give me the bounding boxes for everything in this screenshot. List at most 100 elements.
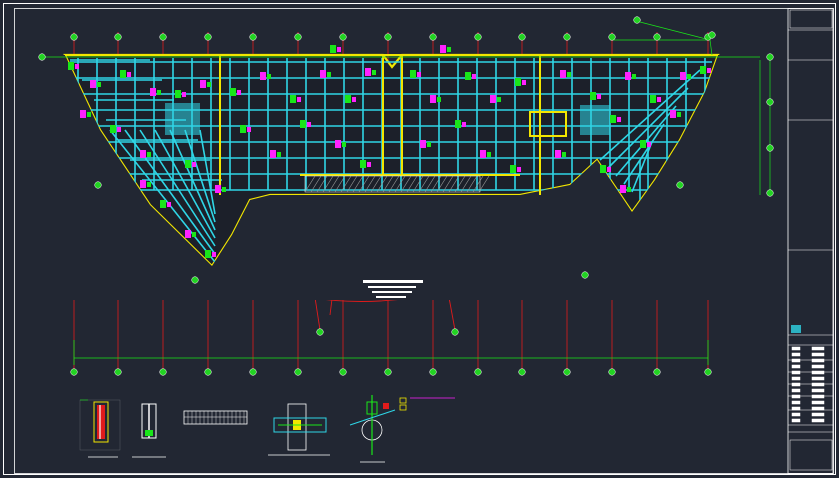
rebar-tag [267,74,271,79]
axis-bubble-top[interactable] [474,33,482,41]
rebar-tag [462,122,466,127]
axis-bubble-right[interactable] [766,53,774,61]
axis-bubble-right[interactable] [766,98,774,106]
axis-bubble-radial[interactable] [581,271,589,279]
axis-bubble-bottom[interactable] [518,368,526,376]
axis-bubble-bottom[interactable] [114,368,122,376]
column-section-detail[interactable] [79,399,121,458]
axis-bubble-circle [766,144,774,152]
axis-bubble-bottom[interactable] [474,368,482,376]
title-block-text-stub [791,370,801,375]
beam-elevation-detail[interactable] [183,410,248,425]
axis-bubble-top[interactable] [518,33,526,41]
rebar-tag [307,122,311,127]
axis-bubble-top[interactable] [339,33,347,41]
axis-bubble-circle [766,53,774,61]
title-block-text-stub [811,394,825,399]
rebar-tag [620,185,626,193]
rebar-tag [345,95,351,103]
axis-bubble-top[interactable] [204,33,212,41]
axis-bubble-top[interactable] [563,33,571,41]
axis-bubble-bottom[interactable] [294,368,302,376]
beam-column-joint-detail[interactable] [268,403,330,456]
axis-bubble-bottom[interactable] [653,368,661,376]
rebar-tag [247,127,251,132]
rebar-tag [590,92,596,100]
rebar-tag [87,112,91,117]
axis-bubble-circle [339,33,347,41]
axis-bubble-circle [159,33,167,41]
axis-bubble-circle [294,368,302,376]
rebar-tag [597,94,601,99]
rebar-tag [320,70,326,78]
axis-bubble-circle [191,276,199,284]
rebar-tag [337,47,341,52]
axis-bubble-circle [608,368,616,376]
rebar-tag [212,252,216,257]
cad-drawing-canvas[interactable] [0,0,839,478]
rebar-tag [140,150,146,158]
axis-bubble-bottom[interactable] [204,368,212,376]
rebar-tag [68,62,74,70]
axis-bubble-top[interactable] [249,33,257,41]
axis-bubble-bottom[interactable] [429,368,437,376]
rebar-tag [352,97,356,102]
steel-h-section-detail[interactable] [132,403,166,458]
rebar-tag [650,95,656,103]
axis-bubble-radial[interactable] [633,16,641,24]
rebar-tag [625,72,631,80]
axis-bubble-circle [204,33,212,41]
title-block-text-stub [791,382,801,387]
axis-bubble-radial[interactable] [708,31,716,39]
axis-bubble-circle [204,368,212,376]
axis-bubble-bottom[interactable] [70,368,78,376]
axis-bubble-top[interactable] [159,33,167,41]
axis-bubble-bottom[interactable] [249,368,257,376]
axis-bubble-bottom[interactable] [608,368,616,376]
rebar-tag [617,117,621,122]
axis-bubble-circle [316,328,324,336]
rebar-tag [487,152,491,157]
circular-column-joint-detail[interactable] [349,395,396,463]
axis-bubble-radial[interactable] [191,276,199,284]
axis-bubble-top[interactable] [294,33,302,41]
axis-bubble-circle [676,181,684,189]
axis-bubble-top[interactable] [114,33,122,41]
rebar-tag [150,88,156,96]
axis-bubble-bottom[interactable] [384,368,392,376]
title-block-text-stub [811,352,825,357]
title-block-text-stub [791,388,801,393]
axis-bubble-circle [608,33,616,41]
axis-bubble-top[interactable] [384,33,392,41]
axis-bubble-top[interactable] [608,33,616,41]
axis-bubble-top[interactable] [653,33,661,41]
axis-bubble-circle [94,181,102,189]
title-block-text-stub [791,406,801,411]
axis-bubble-right[interactable] [766,189,774,197]
title-block-text-stub [811,406,825,411]
axis-bubble-radial[interactable] [676,181,684,189]
rebar-tag [192,162,196,167]
rebar-tag [417,72,421,77]
rebar-tag [207,82,211,87]
rebar-tag [205,250,211,258]
axis-bubble-left[interactable] [38,53,46,61]
axis-bubble-bottom[interactable] [339,368,347,376]
title-block-text-stub [811,418,825,423]
axis-bubble-bottom[interactable] [704,368,712,376]
axis-bubble-radial[interactable] [94,181,102,189]
title-block-text-stub [811,358,825,363]
axis-bubble-top[interactable] [70,33,78,41]
axis-bubble-top[interactable] [429,33,437,41]
rebar-tag [185,160,191,168]
axis-bubble-bottom[interactable] [159,368,167,376]
axis-bubble-radial[interactable] [316,328,324,336]
axis-bubble-circle [70,33,78,41]
rebar-tag [110,125,116,133]
axis-bubble-circle [249,33,257,41]
axis-bubble-bottom[interactable] [563,368,571,376]
axis-bubble-radial[interactable] [451,328,459,336]
title-block-text-stub [811,382,825,387]
title-block-text-stub [791,346,801,351]
axis-bubble-right[interactable] [766,144,774,152]
